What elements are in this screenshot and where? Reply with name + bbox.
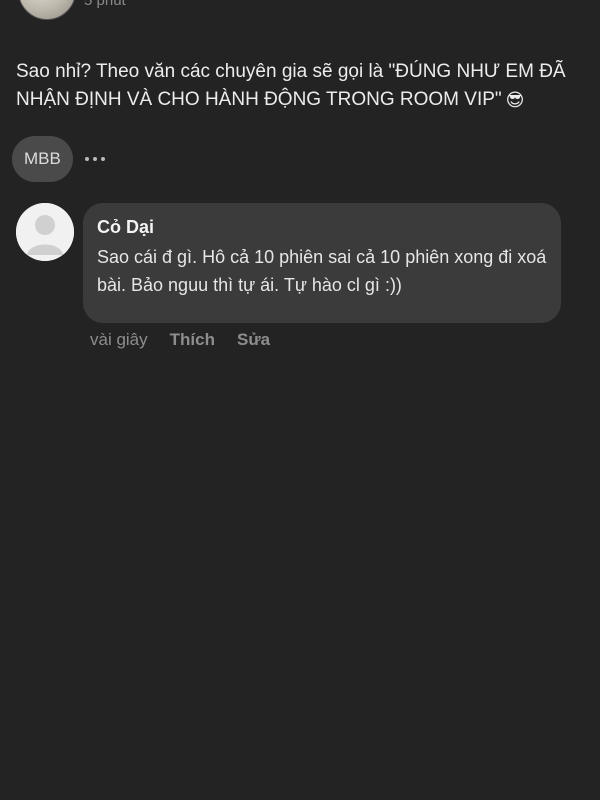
more-horizontal-icon[interactable] — [84, 136, 105, 182]
stock-tag-pill[interactable]: MBB — [12, 136, 73, 182]
post-timestamp: 5 phút — [84, 0, 126, 9]
stock-tag-label: MBB — [24, 149, 61, 168]
post-content: Sao nhỉ? Theo văn các chuyên gia sẽ gọi … — [16, 30, 586, 114]
post-actions: MBB — [12, 136, 105, 182]
post-text: Sao nhỉ? Theo văn các chuyên gia sẽ gọi … — [16, 61, 566, 110]
smiling-sunglasses-emoji: 😎 — [505, 90, 525, 110]
comment-time: vài giây — [90, 330, 148, 349]
comment-bubble: Cỏ Dại Sao cái đ gì. Hô cả 10 phiên sai … — [83, 203, 561, 323]
comment-text: Sao cái đ gì. Hô cả 10 phiên sai cả 10 p… — [97, 247, 547, 295]
default-avatar-icon[interactable] — [16, 203, 74, 261]
post-author-avatar[interactable] — [18, 0, 76, 20]
like-button[interactable]: Thích — [170, 330, 215, 350]
edit-button[interactable]: Sửa — [237, 330, 270, 350]
comment-meta: vài giây Thích Sửa — [90, 330, 270, 350]
comment-author[interactable]: Cỏ Dại — [97, 215, 547, 239]
